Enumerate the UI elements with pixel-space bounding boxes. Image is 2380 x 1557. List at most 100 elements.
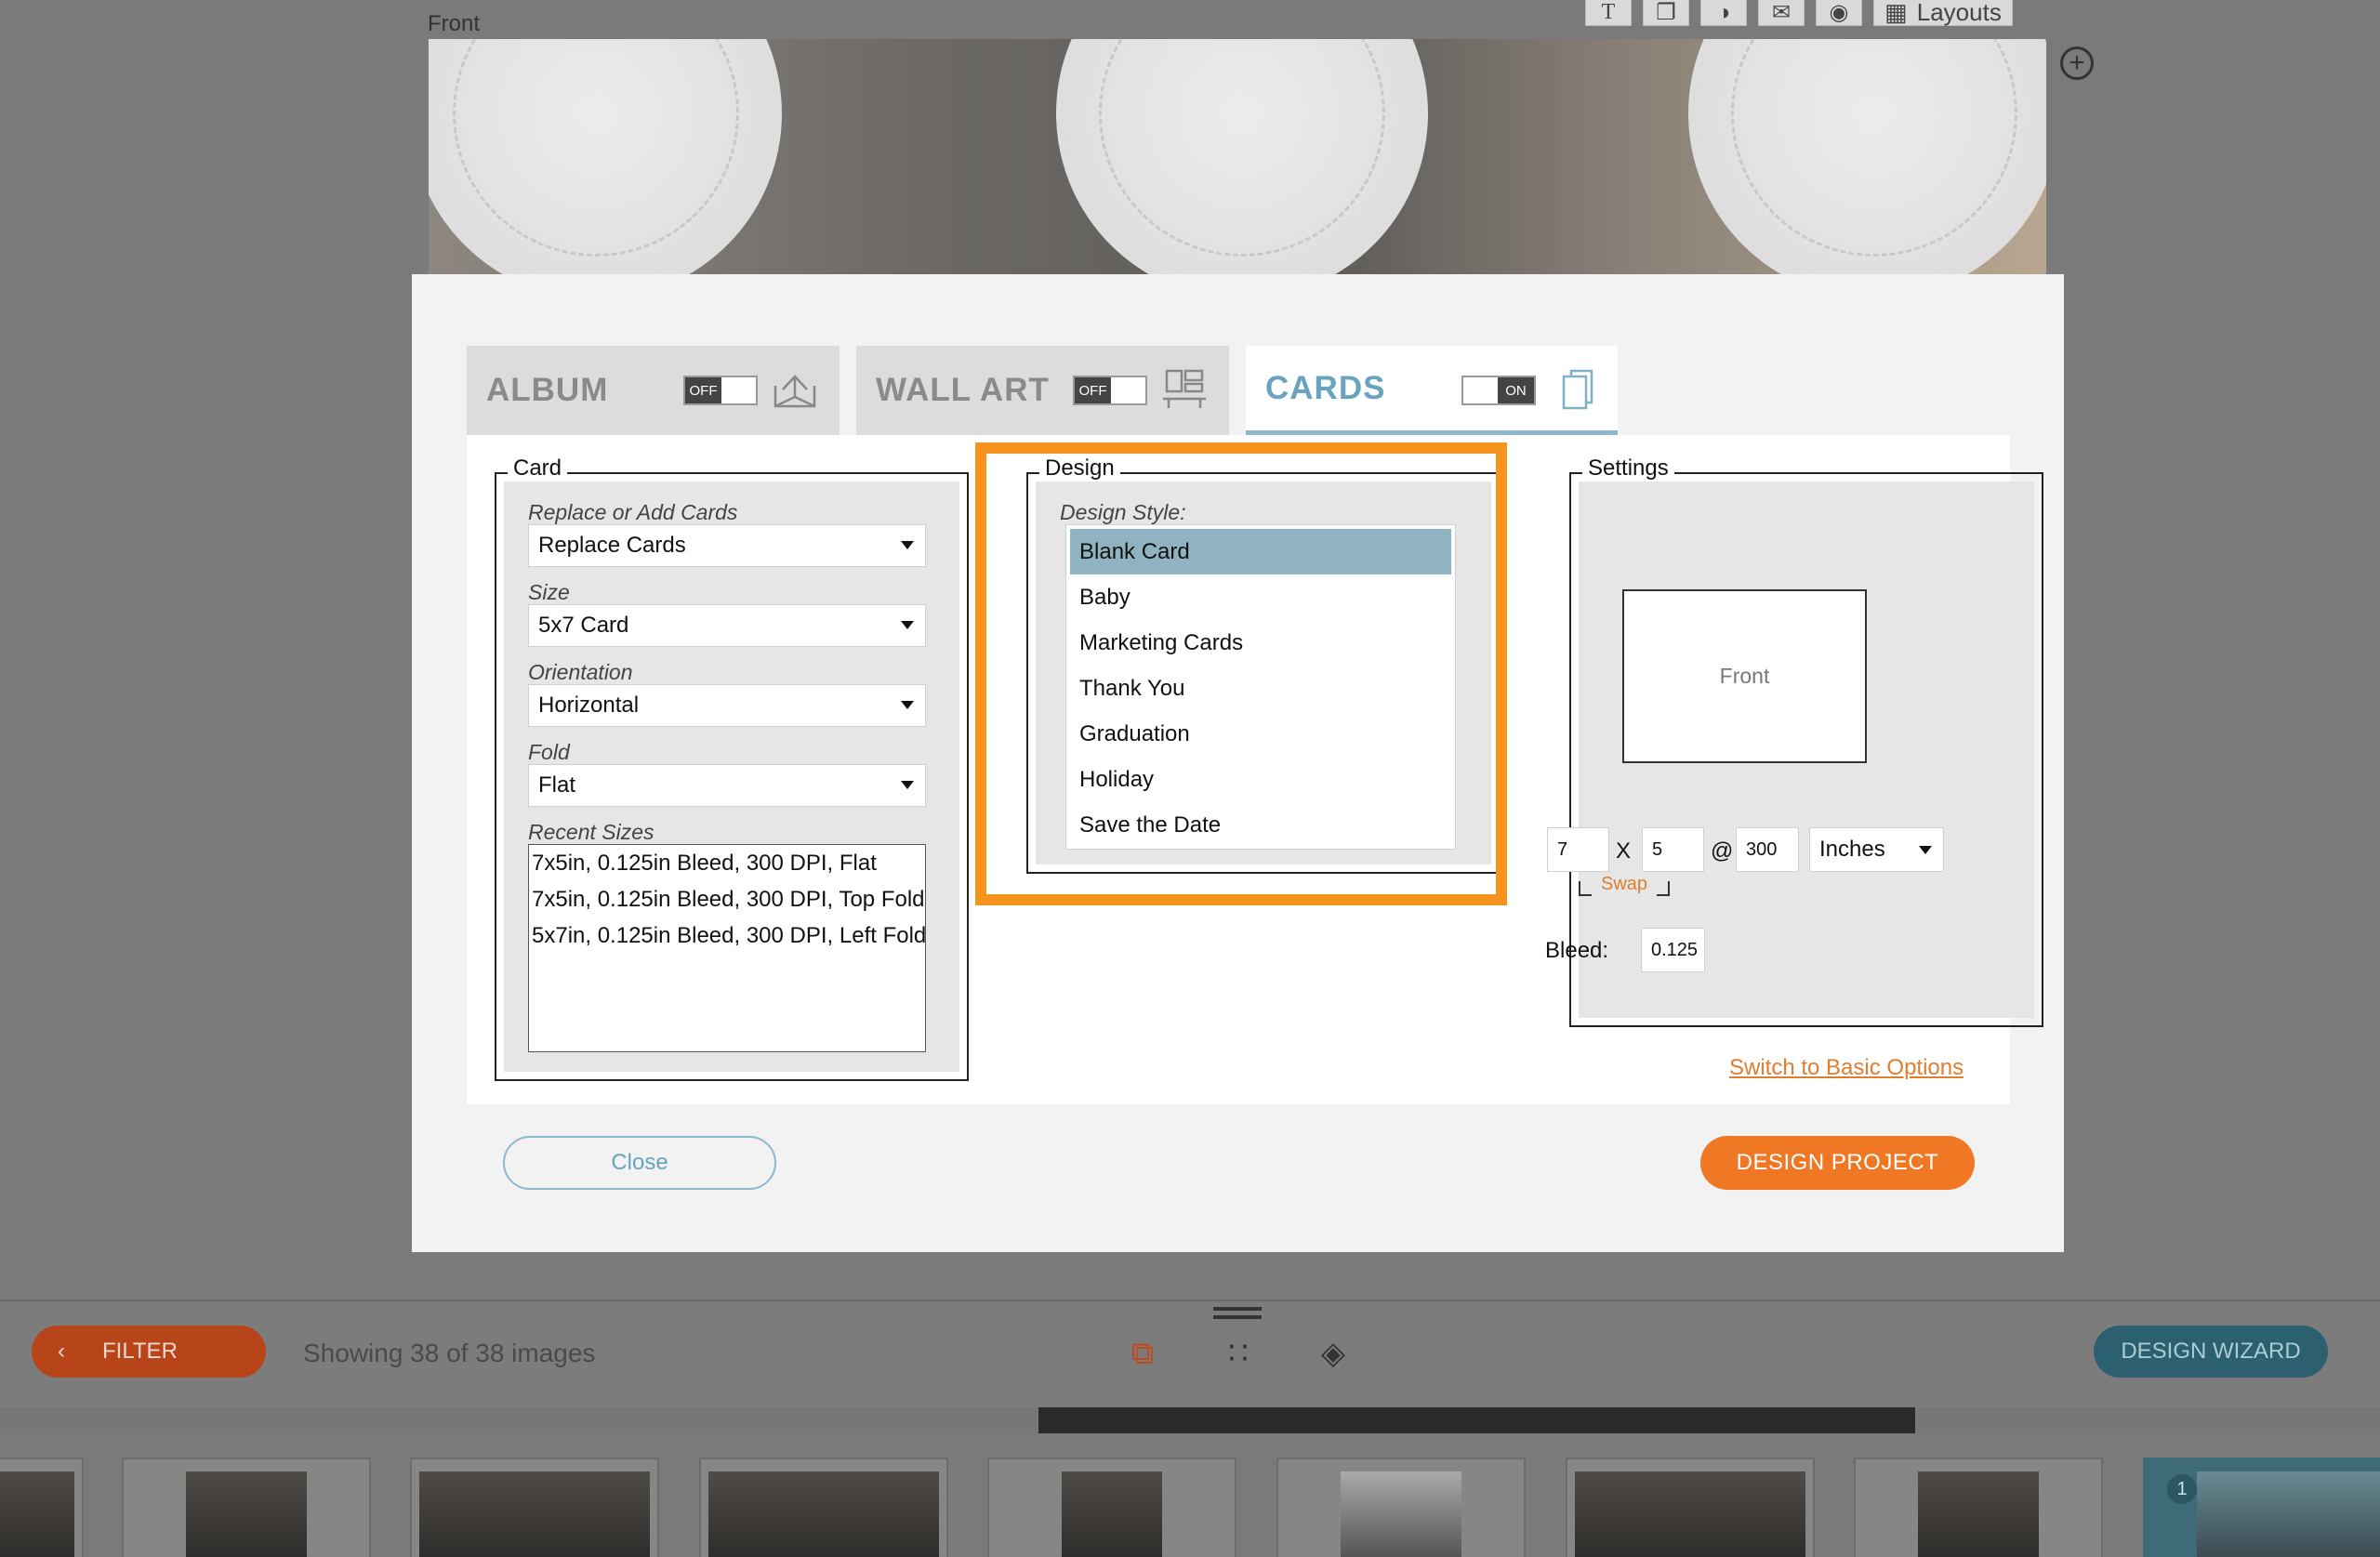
add-page-icon[interactable]: + <box>2060 46 2094 80</box>
image-stack-icon[interactable]: ⧉ <box>1122 1333 1163 1374</box>
preview-tool-button[interactable]: ◉ <box>1816 0 1862 26</box>
replace-select-value: Replace Cards <box>538 533 686 558</box>
eye-icon: ◉ <box>1829 0 1849 25</box>
filter-button[interactable]: ‹ FILTER <box>32 1326 266 1378</box>
selection-badge: 1 <box>2167 1474 2197 1504</box>
text-icon: T <box>1601 0 1616 24</box>
dpi-value: 300 <box>1746 838 1778 860</box>
cards-toggle-state: ON <box>1498 377 1534 403</box>
layouts-label: Layouts <box>1916 0 2002 26</box>
chevron-down-icon <box>1919 846 1932 854</box>
fold-select[interactable]: Flat <box>528 764 926 807</box>
tab-cards[interactable]: CARDS ON <box>1246 346 1618 435</box>
design-wizard-button[interactable]: DESIGN WIZARD <box>2094 1326 2328 1378</box>
preview-label: Front <box>1719 664 1770 688</box>
chevron-down-icon <box>901 701 914 709</box>
thumbnail-scrollbar-thumb[interactable] <box>1038 1407 1915 1433</box>
pin-icon: ✉ <box>1771 0 1792 25</box>
recent-sizes-label: Recent Sizes <box>528 820 654 844</box>
wall-art-toggle[interactable]: OFF <box>1073 376 1147 405</box>
chevron-down-icon <box>901 541 914 549</box>
showing-count: Showing 38 of 38 images <box>303 1339 596 1367</box>
thumbnail[interactable] <box>122 1458 371 1557</box>
swap-link[interactable]: Swap <box>1601 874 1647 895</box>
thumbnail[interactable] <box>0 1458 84 1557</box>
grid-icon: ▦ <box>1884 0 1908 26</box>
bottom-bar: ‹ FILTER Showing 38 of 38 images ⧉ ∷ ◈ D… <box>0 1300 2380 1407</box>
top-toolbar: T ❐ ◑ ✉ ◉ ▦ Layouts <box>1585 0 2013 26</box>
design-project-button[interactable]: DESIGN PROJECT <box>1700 1136 1975 1190</box>
tab-album-label: ALBUM <box>486 372 609 408</box>
decorative-medallion-center <box>1056 39 1428 281</box>
list-item[interactable]: 7x5in, 0.125in Bleed, 300 DPI, Top Fold <box>529 881 925 917</box>
tab-album[interactable]: ALBUM OFF <box>467 346 840 435</box>
list-item[interactable]: 5x7in, 0.125in Bleed, 300 DPI, Left Fold <box>529 917 925 954</box>
cards-icon <box>1553 366 1601 413</box>
orientation-select-value: Horizontal <box>538 693 640 718</box>
chevron-down-icon <box>901 781 914 789</box>
switch-to-basic-options-link[interactable]: Switch to Basic Options <box>1729 1055 1964 1081</box>
layouts-button[interactable]: ▦ Layouts <box>1873 0 2013 26</box>
wall-art-toggle-state: OFF <box>1075 377 1111 403</box>
thumbnail-selected[interactable]: 1 <box>2143 1458 2380 1557</box>
decorative-medallion-right <box>1688 39 2046 281</box>
copy-icon: ❐ <box>1656 0 1676 25</box>
bleed-input[interactable]: 0.125 <box>1641 928 1705 972</box>
card-canvas[interactable] <box>429 39 2046 281</box>
width-input[interactable]: 7 <box>1547 827 1609 872</box>
card-group: Card Replace or Add Cards Replace Cards … <box>495 455 969 1081</box>
drag-handle-icon[interactable] <box>1213 1307 1262 1324</box>
color-wheel-icon: ◑ <box>1716 0 1731 25</box>
thumbnail[interactable] <box>1276 1458 1526 1557</box>
layers-icon[interactable]: ◈ <box>1313 1333 1354 1374</box>
project-type-tabs: ALBUM OFF WALL ART OFF CARDS ON <box>467 346 1618 435</box>
size-label: Size <box>528 580 570 604</box>
thumbnail-strip: 1 <box>0 1458 2380 1557</box>
height-input[interactable]: 5 <box>1642 827 1704 872</box>
orientation-label: Orientation <box>528 660 633 684</box>
thumbnail[interactable] <box>987 1458 1236 1557</box>
filter-label: FILTER <box>102 1339 178 1364</box>
swap-bracket-left <box>1579 881 1592 896</box>
thumbnail[interactable] <box>1854 1458 2103 1557</box>
close-button[interactable]: Close <box>503 1136 776 1190</box>
tab-cards-label: CARDS <box>1265 369 1386 406</box>
tab-wall-art[interactable]: WALL ART OFF <box>856 346 1229 435</box>
design-highlight-box <box>975 442 1507 905</box>
thumbnail[interactable] <box>410 1458 659 1557</box>
thumbnail[interactable] <box>699 1458 948 1557</box>
copy-tool-button[interactable]: ❐ <box>1643 0 1689 26</box>
thumbnail[interactable] <box>1566 1458 1815 1557</box>
settings-group-title: Settings <box>1582 455 1674 482</box>
text-tool-button[interactable]: T <box>1585 0 1632 26</box>
units-select[interactable]: Inches <box>1809 827 1944 872</box>
album-toggle-state: OFF <box>685 377 721 403</box>
dot-grid-icon[interactable]: ∷ <box>1218 1333 1259 1374</box>
replace-select[interactable]: Replace Cards <box>528 524 926 567</box>
card-group-title: Card <box>508 455 568 482</box>
pin-tool-button[interactable]: ✉ <box>1758 0 1805 26</box>
card-front-preview: Front <box>1622 589 1867 763</box>
album-icon <box>771 366 819 413</box>
cards-toggle[interactable]: ON <box>1461 376 1536 405</box>
recent-sizes-list[interactable]: 7x5in, 0.125in Bleed, 300 DPI, Flat 7x5i… <box>528 844 926 1052</box>
bleed-label: Bleed: <box>1545 938 1609 963</box>
dpi-input[interactable]: 300 <box>1736 827 1799 872</box>
fold-label: Fold <box>528 740 570 764</box>
bleed-value: 0.125 <box>1651 939 1699 960</box>
wall-art-icon <box>1160 366 1209 413</box>
at-symbol: @ <box>1711 838 1734 864</box>
list-item[interactable]: 7x5in, 0.125in Bleed, 300 DPI, Flat <box>529 845 925 881</box>
width-value: 7 <box>1557 838 1568 860</box>
album-toggle[interactable]: OFF <box>683 376 758 405</box>
chevron-down-icon <box>901 621 914 629</box>
fold-select-value: Flat <box>538 772 576 798</box>
times-symbol: X <box>1616 838 1632 864</box>
height-value: 5 <box>1652 838 1663 860</box>
orientation-select[interactable]: Horizontal <box>528 684 926 727</box>
color-tool-button[interactable]: ◑ <box>1700 0 1747 26</box>
size-select-value: 5x7 Card <box>538 613 629 638</box>
units-select-value: Inches <box>1819 837 1885 862</box>
size-select[interactable]: 5x7 Card <box>528 604 926 647</box>
swap-bracket-right <box>1657 881 1670 896</box>
